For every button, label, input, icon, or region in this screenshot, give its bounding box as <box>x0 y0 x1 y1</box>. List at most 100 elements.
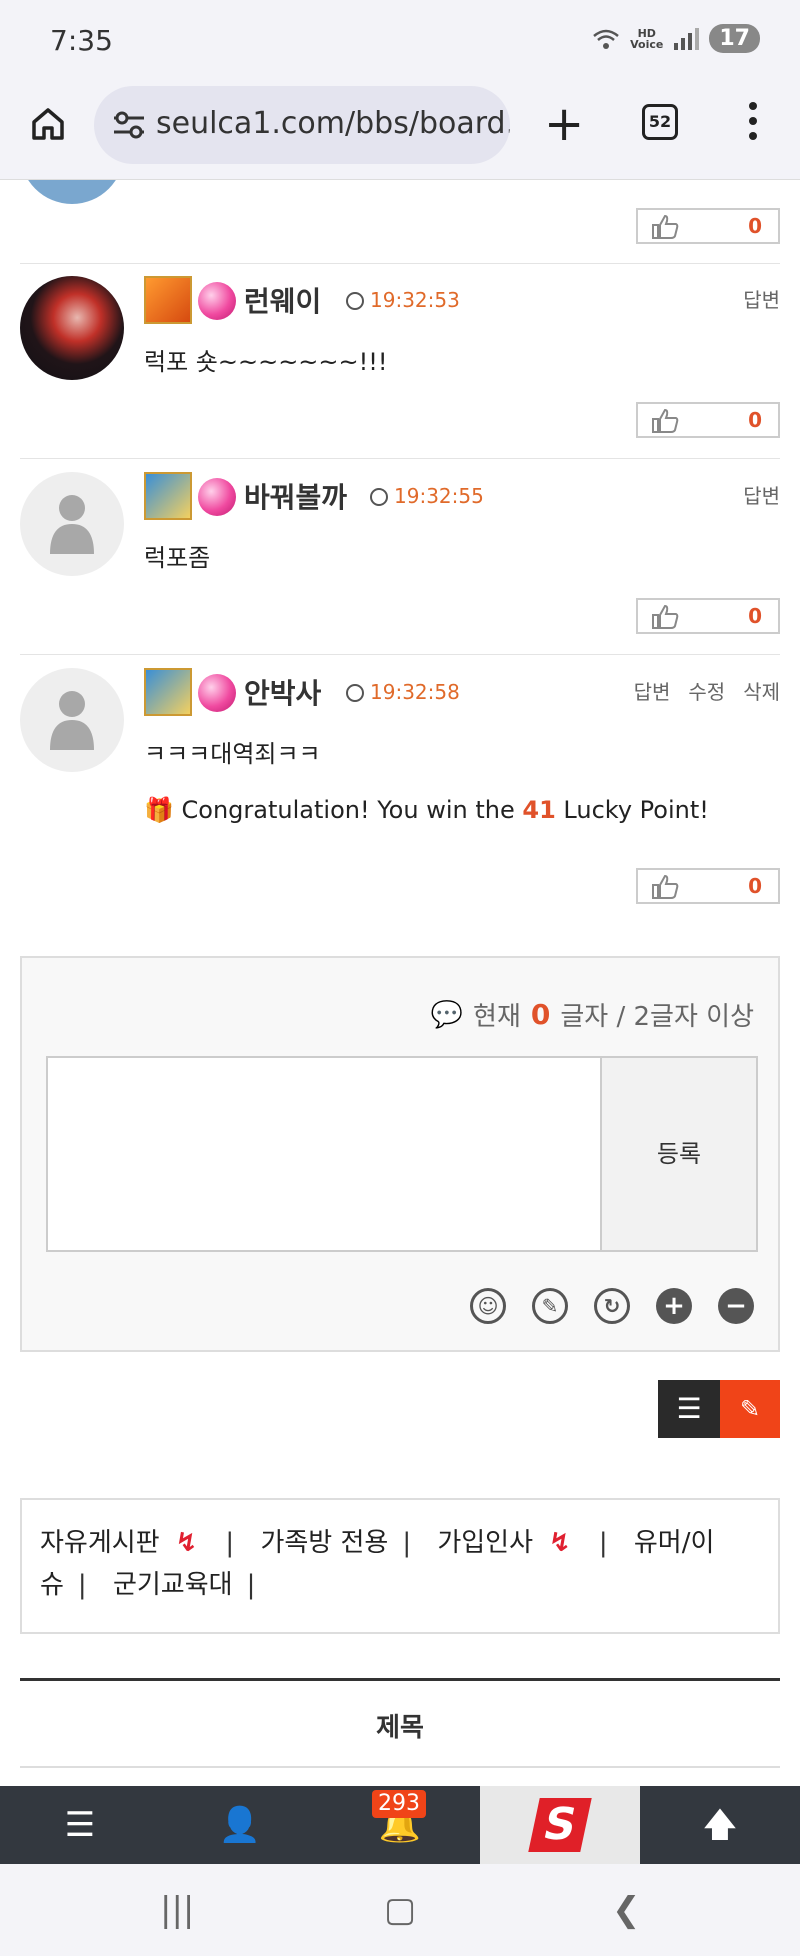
default-user-icon <box>50 495 94 554</box>
more-menu-icon[interactable] <box>748 102 758 146</box>
comment-textarea[interactable] <box>46 1056 602 1252</box>
pencil-icon: ✎ <box>739 1395 761 1423</box>
thumbs-up-icon <box>652 874 679 899</box>
counter-post: 글자 / 2글자 이상 <box>560 1002 754 1032</box>
category-free-board[interactable]: 자유게시판 ↯ <box>40 1528 211 1558</box>
pencil-icon[interactable]: ✎ <box>532 1288 568 1324</box>
shrink-minus-icon[interactable]: − <box>718 1288 754 1324</box>
home-button-icon[interactable]: ▢ <box>384 1890 416 1930</box>
clock-time: 7:35 <box>50 24 113 57</box>
like-count: 0 <box>748 604 762 628</box>
separator: | <box>246 1570 256 1600</box>
list-button[interactable]: ☰ <box>658 1380 720 1438</box>
gem-icon <box>198 674 236 712</box>
level-icon <box>144 472 192 520</box>
like-button[interactable]: 0 <box>636 598 780 634</box>
refresh-icon[interactable]: ↻ <box>594 1288 630 1324</box>
category-family-room[interactable]: 가족방 전용 <box>260 1528 388 1558</box>
board-table-header: 제목 <box>20 1678 780 1768</box>
like-button[interactable]: 0 <box>636 208 780 244</box>
submit-button[interactable]: 등록 <box>600 1056 758 1252</box>
system-nav-bar: ||| ▢ ❮ <box>0 1864 800 1956</box>
back-icon[interactable]: ❮ <box>612 1890 641 1930</box>
page-content: 0 런웨이 19:32:53 답변 럭포 숏~~~~~~~!!! 0 바꿔볼까 … <box>0 180 800 1786</box>
expand-plus-icon[interactable]: + <box>656 1288 692 1324</box>
separator: | <box>598 1528 608 1558</box>
voice-label: Voice <box>630 37 664 51</box>
comment-time: 19:32:55 <box>394 484 484 508</box>
divider <box>20 263 780 264</box>
comment-actions: 답변 <box>743 480 780 509</box>
author-name[interactable]: 런웨이 <box>244 280 321 320</box>
column-title: 제목 <box>376 1713 424 1743</box>
thumbs-up-icon <box>652 604 679 629</box>
status-icons: HD Voice 17 <box>592 24 760 53</box>
new-tab-icon[interactable]: + <box>544 100 584 148</box>
battery-indicator: 17 <box>709 24 760 53</box>
user-icon[interactable]: 👤 <box>200 1786 280 1864</box>
category-label: 가입인사 <box>437 1528 534 1558</box>
gem-icon <box>198 478 236 516</box>
edit-link[interactable]: 수정 <box>688 676 725 705</box>
menu-icon[interactable]: ☰ <box>40 1786 120 1864</box>
wifi-icon <box>593 29 619 49</box>
bottom-nav: ☰ 👤 🔔 293 S 🡅 <box>0 1786 800 1864</box>
site-logo[interactable]: S <box>480 1786 640 1864</box>
site-settings-icon[interactable] <box>112 110 146 140</box>
comment-tools: ☺ ✎ ↻ + − <box>470 1288 754 1324</box>
divider <box>20 458 780 459</box>
category-join-greeting[interactable]: 가입인사 ↯ <box>437 1528 584 1558</box>
like-count: 0 <box>748 214 762 238</box>
signal-icon <box>674 27 700 50</box>
scroll-top-icon[interactable]: 🡅 <box>680 1786 760 1864</box>
like-count: 0 <box>748 874 762 898</box>
reply-link[interactable]: 답변 <box>743 480 780 509</box>
home-icon[interactable] <box>28 104 68 144</box>
emoji-icon[interactable]: ☺ <box>470 1288 506 1324</box>
separator: | <box>402 1528 412 1558</box>
separator: | <box>77 1570 87 1600</box>
delete-link[interactable]: 삭제 <box>743 676 780 705</box>
like-count: 0 <box>748 408 762 432</box>
avatar <box>20 668 124 772</box>
reply-link[interactable]: 답변 <box>634 676 671 705</box>
recents-icon[interactable]: ||| <box>160 1890 194 1930</box>
hd-voice-icon: HD Voice <box>630 28 663 50</box>
url-text: seulca1.com/bbs/board.p <box>156 106 510 141</box>
char-counter: 💬 현재 0 글자 / 2글자 이상 <box>431 996 754 1033</box>
lucky-point-notice: 🎁 Congratulation! You win the 41 Lucky P… <box>144 796 709 824</box>
comment-time: 19:32:58 <box>370 680 460 704</box>
tab-switcher-button[interactable]: 52 <box>642 104 678 140</box>
lucky-text-post: Lucky Point! <box>563 796 709 824</box>
category-label: 자유게시판 <box>40 1528 160 1558</box>
thumbs-up-icon <box>652 214 679 239</box>
clock-icon <box>346 684 364 702</box>
reply-link[interactable]: 답변 <box>743 284 780 313</box>
status-bar: 7:35 HD Voice 17 <box>0 0 800 80</box>
lucky-points: 41 <box>522 796 556 824</box>
gem-icon <box>198 282 236 320</box>
separator: | <box>225 1528 235 1558</box>
comment-form: 💬 현재 0 글자 / 2글자 이상 등록 ☺ ✎ ↻ + − <box>20 956 780 1352</box>
browser-toolbar: seulca1.com/bbs/board.p + 52 <box>0 80 800 180</box>
comment-actions: 답변 <box>743 284 780 313</box>
thumbs-up-icon <box>652 408 679 433</box>
list-icon: ☰ <box>676 1392 702 1425</box>
address-bar[interactable]: seulca1.com/bbs/board.p <box>94 86 510 164</box>
write-button[interactable]: ✎ <box>720 1380 780 1438</box>
author-name[interactable]: 안박사 <box>244 672 321 712</box>
comment-body: 럭포좀 <box>144 544 211 572</box>
category-discipline[interactable]: 군기교육대 <box>113 1570 233 1600</box>
author-name[interactable]: 바꿔볼까 <box>244 476 347 516</box>
comment-body: ㅋㅋㅋ대역죄ㅋㅋ <box>144 740 321 768</box>
clock-icon <box>370 488 388 506</box>
level-icon <box>144 276 192 324</box>
notification-badge: 293 <box>372 1790 426 1818</box>
level-icon <box>144 668 192 716</box>
like-button[interactable]: 0 <box>636 868 780 904</box>
like-button[interactable]: 0 <box>636 402 780 438</box>
category-links: 자유게시판 ↯ | 가족방 전용 | 가입인사 ↯ | 유머/이슈 | 군기교육대 | <box>20 1498 780 1634</box>
counter-count: 0 <box>530 998 551 1031</box>
divider <box>20 654 780 655</box>
lucky-text-pre: Congratulation! You win the <box>181 796 515 824</box>
